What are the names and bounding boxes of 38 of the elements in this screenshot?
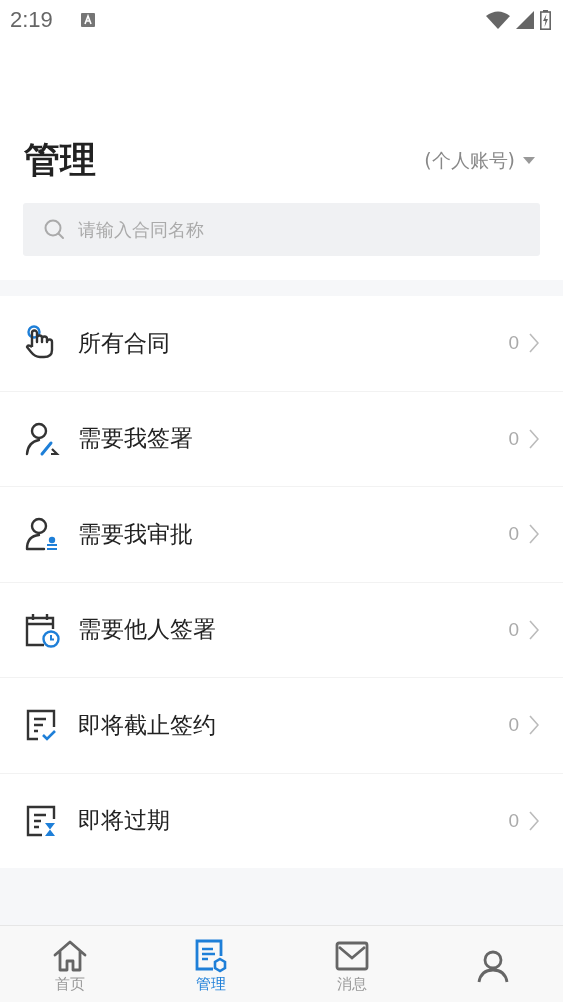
nav-tab[interactable]: 管理 (140, 926, 282, 1002)
menu-item[interactable]: 需要我审批 0 (0, 487, 563, 583)
keyboard-notification-icon (80, 13, 95, 27)
user-pen-icon (24, 420, 60, 457)
item-count: 0 (508, 714, 519, 737)
item-count: 0 (508, 809, 519, 832)
item-count: 0 (508, 618, 519, 641)
chevron-right-icon (529, 333, 539, 354)
menu-item[interactable]: 需要我签署 0 (0, 391, 563, 487)
caret-icon (523, 157, 535, 164)
menu-item-label: 需要我审批 (78, 519, 194, 549)
battery-icon (540, 10, 551, 30)
page-title: 管理 (24, 138, 96, 182)
signal-icon (516, 11, 534, 29)
chevron-right-icon (529, 428, 539, 449)
item-count: 0 (508, 332, 519, 355)
item-count: 0 (508, 427, 519, 450)
menu-item[interactable]: 所有合同 0 (0, 296, 563, 392)
menu-item-label: 即将过期 (78, 806, 171, 836)
user-stamp-icon (24, 516, 60, 553)
menu-item-label: 需要我签署 (78, 424, 194, 454)
chevron-right-icon (529, 619, 539, 640)
chevron-right-icon (529, 524, 539, 545)
account-selector[interactable]: (个人账号) (424, 147, 539, 174)
calendar-clock-icon (24, 611, 60, 648)
chevron-right-icon (529, 810, 539, 831)
status-time: 2:19 (10, 7, 53, 33)
search-field[interactable]: 请输入合同名称 (23, 203, 540, 256)
item-count: 0 (508, 523, 519, 546)
menu-item[interactable]: 即将截止签约 0 (0, 678, 563, 774)
home-icon (52, 938, 89, 973)
menu-item[interactable]: 即将过期 0 (0, 773, 563, 868)
menu-item-label: 即将截止签约 (78, 710, 217, 740)
menu-item-label: 所有合同 (78, 328, 171, 358)
menu-item-label: 需要他人签署 (78, 615, 217, 645)
menu-item[interactable]: 需要他人签署 0 (0, 582, 563, 678)
wifi-icon (486, 11, 510, 29)
chevron-right-icon (529, 715, 539, 736)
